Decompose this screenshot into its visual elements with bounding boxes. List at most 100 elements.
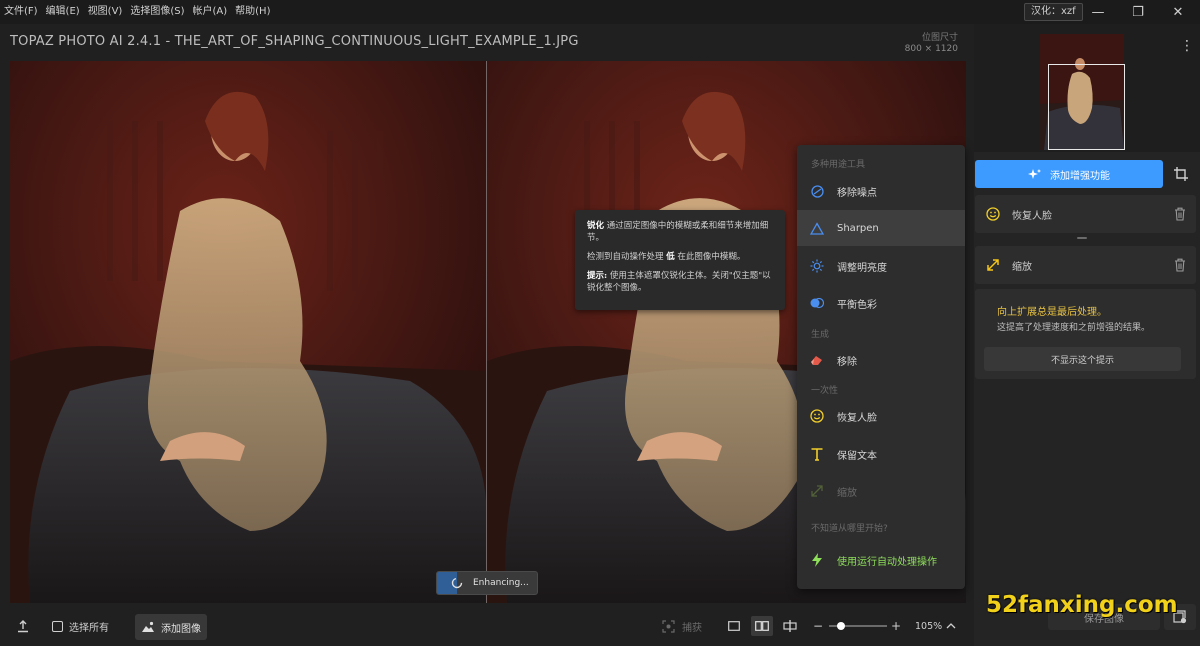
dismiss-tip-button[interactable]: 不显示这个提示 — [984, 347, 1181, 371]
add-enhancement-label: 添加增强功能 — [1050, 170, 1110, 182]
original-image — [10, 61, 486, 603]
menu-item-1[interactable]: 编辑(E) — [42, 0, 84, 24]
minimize-button[interactable]: — — [1078, 0, 1118, 24]
section-hint: 不知道从哪里开始? — [811, 524, 888, 534]
menu-bar: 文件(F) 编辑(E) 视图(V) 选择图像(S) 帐户(A) 帮助(H) 汉化：xzf … — [0, 0, 1200, 24]
drag-handle[interactable] — [1077, 237, 1087, 239]
menu-item-3[interactable]: 选择图像(S) — [126, 0, 188, 24]
portrait-photo-original — [10, 61, 486, 603]
more-options-icon[interactable]: ⋮ — [1180, 38, 1194, 54]
upload-button[interactable] — [16, 606, 30, 646]
upscale-tip-card: 向上扩展总是最后处理。 这提高了处理速度和之前增强的结果。 不显示这个提示 — [975, 289, 1196, 379]
capture-icon — [662, 619, 675, 633]
upload-icon — [18, 620, 28, 633]
denoise-icon — [810, 184, 824, 198]
language-badge: 汉化：xzf — [1024, 3, 1083, 21]
document-title: TOPAZ PHOTO AI 2.4.1 - THE_ART_OF_SHAPIN… — [10, 34, 579, 49]
face-recovery-card[interactable]: 恢复人脸 — [975, 195, 1196, 233]
right-panel: ⋮ 添加增强功能 恢复人脸 缩放 向上扩展总是最后处理。 这提高了处理速度和之前… — [974, 24, 1200, 646]
color-balance-icon — [810, 296, 824, 310]
lightning-icon — [810, 553, 824, 567]
select-all-toggle[interactable]: 选择所有 — [52, 606, 109, 646]
tip-title: 向上扩展总是最后处理。 — [997, 307, 1107, 318]
tool-remove-label: 移除 — [837, 356, 857, 368]
add-image-label: 添加图像 — [161, 623, 201, 635]
tool-text-label: 保留文本 — [837, 450, 877, 462]
tool-remove[interactable]: 移除 — [797, 342, 965, 378]
menu-item-5[interactable]: 帮助(H) — [231, 0, 274, 24]
zoom-slider-knob[interactable] — [836, 622, 845, 630]
site-watermark: 52fanxing.com — [986, 592, 1178, 618]
bottom-toolbar: 选择所有 添加图像 捕获 − + 105% — [0, 606, 974, 646]
tip-body: 这提高了处理速度和之前增强的结果。 — [997, 323, 1151, 333]
zoom-in-button[interactable]: + — [891, 606, 901, 646]
upscale-icon — [986, 258, 1000, 272]
trash-icon[interactable] — [1174, 258, 1186, 272]
view-side-by-side-button[interactable] — [751, 616, 773, 636]
upscale-icon — [810, 484, 824, 498]
view-split-button[interactable] — [779, 616, 801, 636]
restore-button[interactable]: ❐ — [1118, 0, 1158, 24]
single-view-icon — [728, 621, 740, 631]
tool-denoise[interactable]: 移除噪点 — [797, 173, 965, 209]
zoom-out-button[interactable]: − — [813, 606, 823, 646]
tool-upscale-label: 缩放 — [837, 487, 857, 499]
dimension-value: 800 × 1120 — [904, 44, 958, 54]
tool-autopilot[interactable]: 使用运行自动处理操作 — [797, 542, 965, 578]
side-by-side-icon — [755, 621, 769, 631]
tool-color[interactable]: 平衡色彩 — [797, 285, 965, 321]
menu-item-2[interactable]: 视图(V) — [84, 0, 127, 24]
dimension-label: 位图尺寸 — [921, 33, 958, 43]
tool-sharpen[interactable]: Sharpen — [797, 210, 965, 246]
tool-sharpen-label: Sharpen — [837, 222, 879, 234]
tool-preserve-text[interactable]: 保留文本 — [797, 436, 965, 472]
capture-label: 捕获 — [682, 622, 702, 634]
sharpen-icon — [810, 221, 824, 235]
chevron-up-icon — [946, 623, 956, 629]
tool-lighting-label: 调整明亮度 — [837, 262, 887, 274]
navigator-viewport[interactable] — [1048, 64, 1125, 150]
enhancing-progress: Enhancing... — [436, 571, 538, 595]
view-single-button[interactable] — [723, 616, 745, 636]
menu-items: 文件(F) 编辑(E) 视图(V) 选择图像(S) 帐户(A) 帮助(H) — [0, 0, 274, 24]
tooltip-line-3: 提示: 使用主体遮罩仅锐化主体。关闭"仅主题"以锐化整个图像。 — [587, 271, 771, 293]
upscale-card[interactable]: 缩放 — [975, 246, 1196, 284]
tool-lighting[interactable]: 调整明亮度 — [797, 248, 965, 284]
menu-item-4[interactable]: 帐户(A) — [189, 0, 232, 24]
face-recovery-label: 恢复人脸 — [1012, 210, 1052, 222]
enhancing-label: Enhancing... — [473, 578, 529, 588]
add-enhancement-button[interactable]: 添加增强功能 — [975, 160, 1163, 188]
select-all-label: 选择所有 — [69, 622, 109, 634]
crop-icon — [1174, 167, 1188, 181]
zoom-menu-button[interactable] — [946, 606, 956, 646]
tool-autopilot-label: 使用运行自动处理操作 — [837, 556, 937, 568]
tool-denoise-label: 移除噪点 — [837, 187, 877, 199]
section-multi-purpose: 多种用途工具 — [811, 160, 866, 170]
spinner-icon — [451, 577, 463, 589]
menu-item-0[interactable]: 文件(F) — [0, 0, 42, 24]
tool-face-label: 恢复人脸 — [837, 412, 877, 424]
capture-button[interactable]: 捕获 — [662, 606, 702, 646]
sparkle-icon — [1028, 169, 1041, 179]
tooltip-line-1: 锐化 通过固定图像中的模糊或柔和细节来增加细节。 — [587, 221, 769, 243]
crop-button[interactable] — [1166, 160, 1196, 188]
face-icon — [986, 207, 1000, 221]
face-icon — [810, 409, 824, 423]
split-view-icon — [783, 620, 797, 632]
add-image-button[interactable]: 添加图像 — [135, 614, 207, 640]
trash-icon[interactable] — [1174, 207, 1186, 221]
section-one-time: 一次性 — [811, 386, 839, 396]
tool-color-label: 平衡色彩 — [837, 299, 877, 311]
tool-upscale-disabled: 缩放 — [797, 473, 965, 509]
close-button[interactable]: ✕ — [1158, 0, 1198, 24]
sun-icon — [810, 259, 824, 273]
add-enhancement-menu: 多种用途工具 移除噪点 Sharpen 调整明亮度 平衡色彩 生成 移除 一次性 — [797, 145, 965, 589]
tool-face-recovery[interactable]: 恢复人脸 — [797, 398, 965, 434]
text-icon — [810, 447, 824, 461]
select-all-checkbox[interactable] — [52, 620, 63, 632]
navigator: ⋮ — [974, 24, 1200, 152]
tooltip-line-2: 检测到自动操作处理 低 在此图像中模糊。 — [587, 252, 746, 262]
zoom-value[interactable]: 105% — [915, 606, 942, 646]
zoom-slider[interactable] — [829, 622, 887, 630]
add-image-icon — [142, 621, 154, 632]
